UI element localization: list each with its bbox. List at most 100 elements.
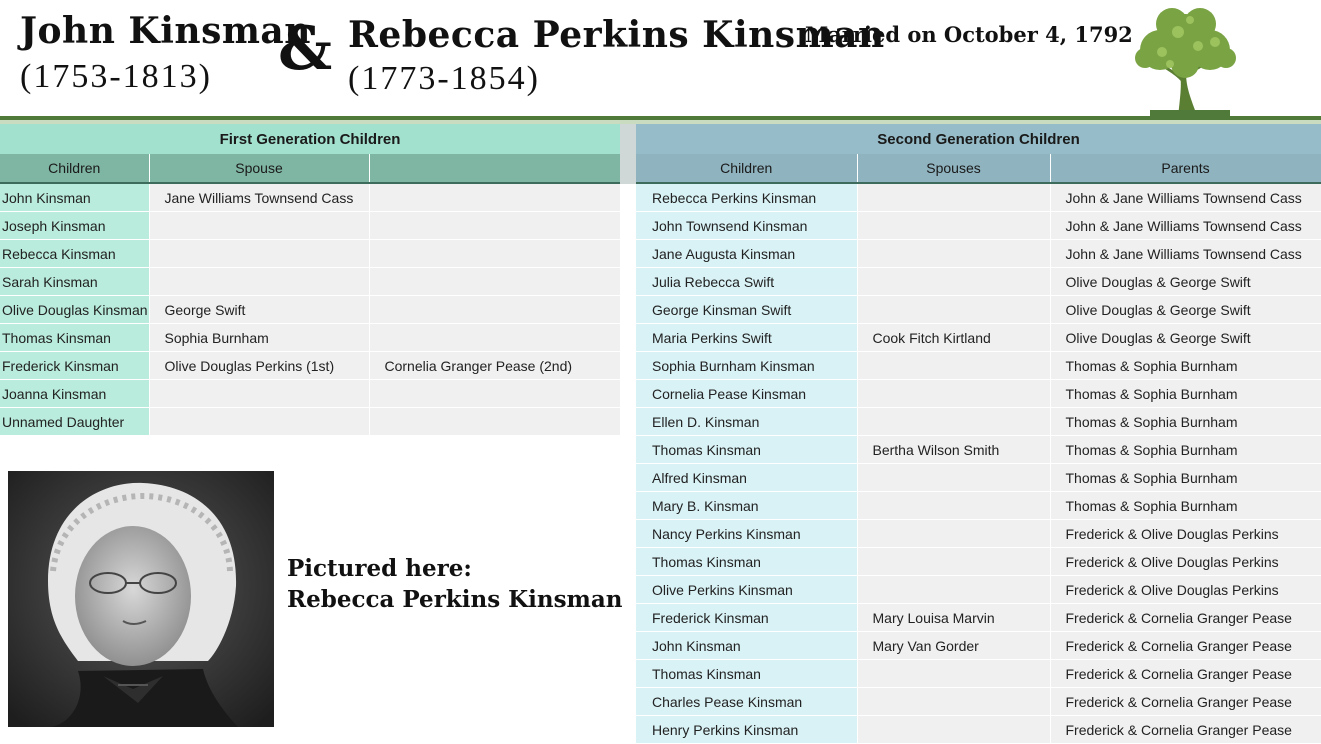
parents-cell: Frederick & Cornelia Granger Pease — [1049, 659, 1321, 688]
second-generation-table: Second Generation Children Children Spou… — [636, 124, 1321, 744]
child-name-cell: Maria Perkins Swift — [636, 323, 857, 352]
second-generation-row: Julia Rebecca Swift Olive Douglas & Georg… — [636, 267, 1321, 296]
second-generation-row: Henry Perkins Kinsman Frederick & Corneli… — [636, 715, 1321, 744]
parents-cell: Olive Douglas & George Swift — [1049, 267, 1321, 296]
second-generation-row: Ellen D. Kinsman Thomas & Sophia Burnham — [636, 407, 1321, 436]
first-generation-table: First Generation Children Children Spous… — [0, 124, 621, 436]
spouse-cell — [148, 267, 369, 296]
second-generation-row: Sophia Burnham Kinsman Thomas & Sophia Bu… — [636, 351, 1321, 380]
spouse-cell — [856, 351, 1050, 380]
second-spouse-cell — [368, 239, 621, 268]
second-spouse-cell — [368, 295, 621, 324]
column-header-spouse-2 — [369, 154, 621, 184]
spouse-cell — [856, 547, 1050, 576]
spouse-cell — [148, 211, 369, 240]
first-generation-row: Unnamed Daughter — [0, 407, 621, 436]
child-name-cell: Cornelia Pease Kinsman — [636, 379, 857, 408]
child-name-cell: Thomas Kinsman — [0, 323, 149, 352]
column-header-parents: Parents — [1050, 154, 1321, 184]
child-name-cell: Henry Perkins Kinsman — [636, 715, 857, 744]
spouse-cell: Mary Van Gorder — [856, 631, 1050, 660]
second-spouse-cell — [368, 379, 621, 408]
spouse-cell — [148, 239, 369, 268]
spouse-cell — [856, 183, 1050, 212]
second-generation-row: John Townsend Kinsman John & Jane William… — [636, 211, 1321, 240]
second-generation-row: Rebecca Perkins Kinsman John & Jane Willi… — [636, 183, 1321, 212]
spouse-cell — [148, 407, 369, 436]
spouse-cell — [148, 379, 369, 408]
parents-cell: John & Jane Williams Townsend Cass — [1049, 211, 1321, 240]
second-generation-row: Cornelia Pease Kinsman Thomas & Sophia Bu… — [636, 379, 1321, 408]
second-generation-row: George Kinsman Swift Olive Douglas & Geor… — [636, 295, 1321, 324]
column-header-spouse: Spouse — [149, 154, 370, 184]
parents-cell: John & Jane Williams Townsend Cass — [1049, 239, 1321, 268]
child-name-cell: Joseph Kinsman — [0, 211, 149, 240]
child-name-cell: Olive Douglas Kinsman — [0, 295, 149, 324]
second-spouse-cell — [368, 323, 621, 352]
second-generation-row: Thomas Kinsman Frederick & Cornelia Grang… — [636, 659, 1321, 688]
child-name-cell: Frederick Kinsman — [0, 351, 149, 380]
second-spouse-cell: Cornelia Granger Pease (2nd) — [368, 351, 621, 380]
first-generation-row: Rebecca Kinsman — [0, 239, 621, 268]
spouse-cell: Bertha Wilson Smith — [856, 435, 1050, 464]
second-generation-row: Mary B. Kinsman Thomas & Sophia Burnham — [636, 491, 1321, 520]
ampersand: & — [278, 14, 333, 84]
second-generation-row: Thomas Kinsman Frederick & Olive Douglas … — [636, 547, 1321, 576]
child-name-cell: Rebecca Perkins Kinsman — [636, 183, 857, 212]
child-name-cell: Charles Pease Kinsman — [636, 687, 857, 716]
spouse-cell — [856, 715, 1050, 744]
child-name-cell: Rebecca Kinsman — [0, 239, 149, 268]
spouse-cell — [856, 407, 1050, 436]
child-name-cell: Joanna Kinsman — [0, 379, 149, 408]
spouse-cell — [856, 295, 1050, 324]
parents-cell: Frederick & Cornelia Granger Pease — [1049, 687, 1321, 716]
child-name-cell: John Townsend Kinsman — [636, 211, 857, 240]
spouse-cell — [856, 491, 1050, 520]
spouse-cell: Cook Fitch Kirtland — [856, 323, 1050, 352]
portrait-photo — [8, 471, 274, 727]
first-generation-row: John Kinsman Jane Williams Townsend Cass — [0, 183, 621, 212]
parents-cell: Frederick & Olive Douglas Perkins — [1049, 547, 1321, 576]
spouse-cell: Jane Williams Townsend Cass — [148, 183, 369, 212]
column-header-children: Children — [0, 154, 150, 184]
second-spouse-cell — [368, 211, 621, 240]
spouse-cell — [856, 575, 1050, 604]
second-generation-row: John Kinsman Mary Van Gorder Frederick & C… — [636, 631, 1321, 660]
child-name-cell: Julia Rebecca Swift — [636, 267, 857, 296]
wife-dates: (1773-1854) — [348, 60, 540, 97]
second-generation-row: Jane Augusta Kinsman John & Jane Williams… — [636, 239, 1321, 268]
child-name-cell: Sophia Burnham Kinsman — [636, 351, 857, 380]
spouse-cell — [856, 239, 1050, 268]
column-header-children: Children — [636, 154, 858, 184]
parents-cell: John & Jane Williams Townsend Cass — [1049, 183, 1321, 212]
parents-cell: Frederick & Cornelia Granger Pease — [1049, 715, 1321, 744]
parents-cell: Frederick & Cornelia Granger Pease — [1049, 603, 1321, 632]
second-generation-row: Maria Perkins Swift Cook Fitch Kirtland Ol… — [636, 323, 1321, 352]
column-header-spouses: Spouses — [857, 154, 1051, 184]
spouse-cell — [856, 659, 1050, 688]
page-header: John Kinsman (1753-1813) & Rebecca Perki… — [0, 0, 1321, 122]
portrait-caption: Pictured here: Rebecca Perkins Kinsman — [287, 553, 623, 615]
spouse-cell — [856, 463, 1050, 492]
caption-line-2: Rebecca Perkins Kinsman — [287, 586, 623, 613]
child-name-cell: John Kinsman — [636, 631, 857, 660]
first-generation-title: First Generation Children — [0, 124, 621, 154]
portrait-image — [8, 471, 274, 727]
child-name-cell: John Kinsman — [0, 183, 149, 212]
spouse-cell: George Swift — [148, 295, 369, 324]
second-spouse-cell — [368, 183, 621, 212]
child-name-cell: Olive Perkins Kinsman — [636, 575, 857, 604]
spouse-cell: Mary Louisa Marvin — [856, 603, 1050, 632]
first-generation-row: Sarah Kinsman — [0, 267, 621, 296]
spouse-cell — [856, 519, 1050, 548]
husband-dates: (1753-1813) — [20, 58, 212, 95]
second-generation-row: Thomas Kinsman Bertha Wilson Smith Thomas … — [636, 435, 1321, 464]
table-divider — [620, 124, 636, 184]
spouse-cell: Sophia Burnham — [148, 323, 369, 352]
spouse-cell — [856, 687, 1050, 716]
parents-cell: Frederick & Olive Douglas Perkins — [1049, 575, 1321, 604]
spouse-cell — [856, 267, 1050, 296]
second-generation-row: Charles Pease Kinsman Frederick & Corneli… — [636, 687, 1321, 716]
child-name-cell: Sarah Kinsman — [0, 267, 149, 296]
parents-cell: Olive Douglas & George Swift — [1049, 323, 1321, 352]
